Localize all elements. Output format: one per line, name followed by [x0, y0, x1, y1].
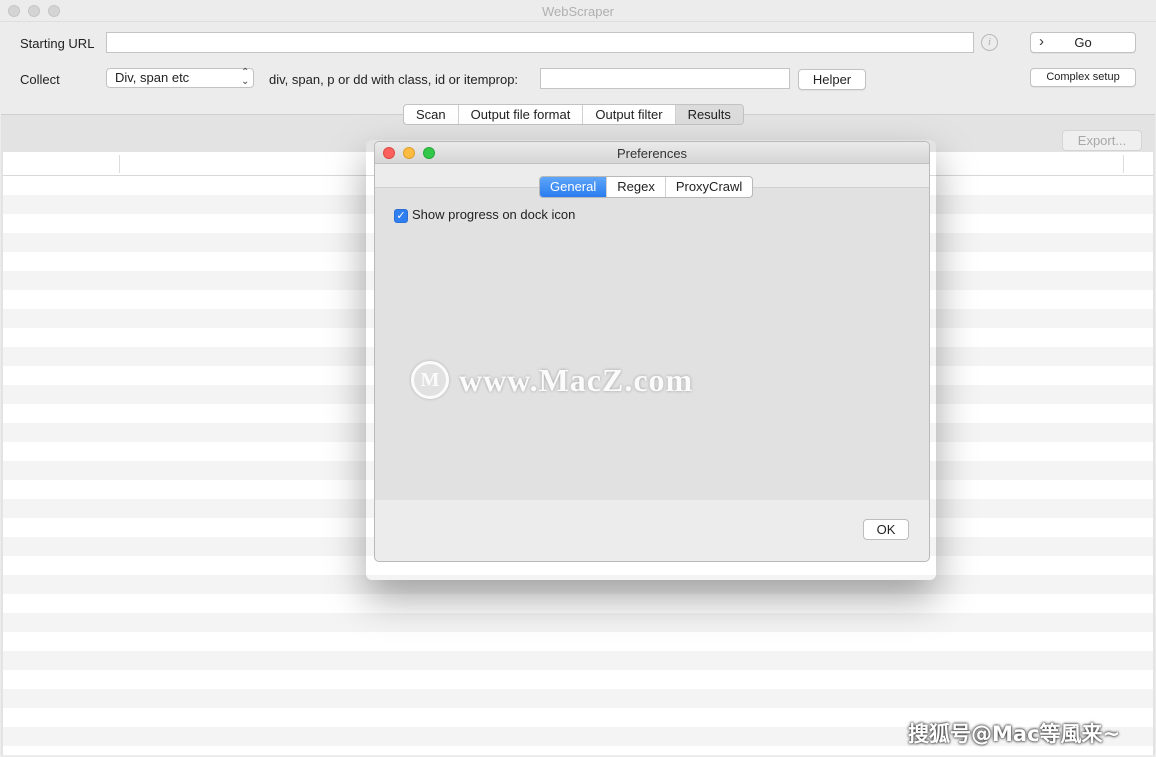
ok-button[interactable]: OK	[863, 519, 909, 540]
window-title: WebScraper	[541, 4, 614, 19]
column-separator[interactable]	[119, 155, 120, 173]
table-row[interactable]	[3, 613, 1153, 632]
sohu-watermark-text: 搜狐号@Mac等風来~	[908, 722, 1121, 746]
show-progress-checkbox[interactable]: ✓	[394, 209, 408, 223]
preferences-dialog: Preferences ✓ Show progress on dock icon…	[374, 141, 930, 562]
main-tab-bar: Scan Output file format Output filter Re…	[403, 104, 744, 125]
class-id-input[interactable]	[540, 68, 790, 89]
table-row[interactable]	[3, 670, 1153, 689]
tab-output-file-format[interactable]: Output file format	[459, 105, 584, 124]
macz-logo-icon: M	[411, 361, 449, 399]
chevron-right-icon: ›	[1039, 33, 1044, 50]
table-row[interactable]	[3, 651, 1153, 670]
class-id-label: div, span, p or dd with class, id or ite…	[269, 72, 519, 87]
tab-results[interactable]: Results	[675, 105, 743, 124]
preferences-general-panel: ✓ Show progress on dock icon M www.MacZ.…	[375, 187, 929, 500]
tab-output-filter[interactable]: Output filter	[583, 105, 676, 124]
title-bar: WebScraper	[0, 0, 1156, 22]
info-icon[interactable]: i	[981, 34, 998, 51]
tab-general[interactable]: General	[540, 177, 608, 197]
export-button[interactable]: Export...	[1062, 130, 1142, 151]
table-row[interactable]	[3, 632, 1153, 651]
macz-watermark: M www.MacZ.com	[411, 361, 693, 399]
starting-url-input[interactable]	[106, 32, 974, 53]
preferences-tab-bar: General Regex ProxyCrawl	[539, 176, 754, 198]
complex-setup-button[interactable]: Complex setup	[1030, 68, 1136, 87]
macz-watermark-text: www.MacZ.com	[459, 361, 694, 398]
table-row[interactable]	[3, 594, 1153, 613]
tab-proxycrawl[interactable]: ProxyCrawl	[666, 177, 752, 197]
webscraper-window: WebScraper Starting URL i › Go Collect D…	[0, 0, 1156, 757]
preferences-title-bar: Preferences	[375, 142, 929, 164]
starting-url-label: Starting URL	[20, 36, 95, 51]
table-row[interactable]	[3, 575, 1153, 594]
go-button[interactable]: › Go	[1030, 32, 1136, 53]
go-button-label: Go	[1074, 35, 1092, 50]
preferences-title: Preferences	[616, 146, 688, 161]
tab-scan[interactable]: Scan	[404, 105, 459, 124]
tab-regex[interactable]: Regex	[607, 177, 666, 197]
collect-select[interactable]: Div, span etc ⌃ ⌄	[106, 68, 254, 88]
table-row[interactable]	[3, 689, 1153, 708]
column-separator[interactable]	[1123, 155, 1124, 173]
collect-select-value: Div, span etc	[115, 70, 190, 85]
helper-button[interactable]: Helper	[798, 69, 866, 90]
up-down-chevron-icon: ⌃ ⌄	[241, 67, 250, 87]
collect-label: Collect	[20, 72, 60, 87]
show-progress-label: Show progress on dock icon	[412, 207, 576, 222]
